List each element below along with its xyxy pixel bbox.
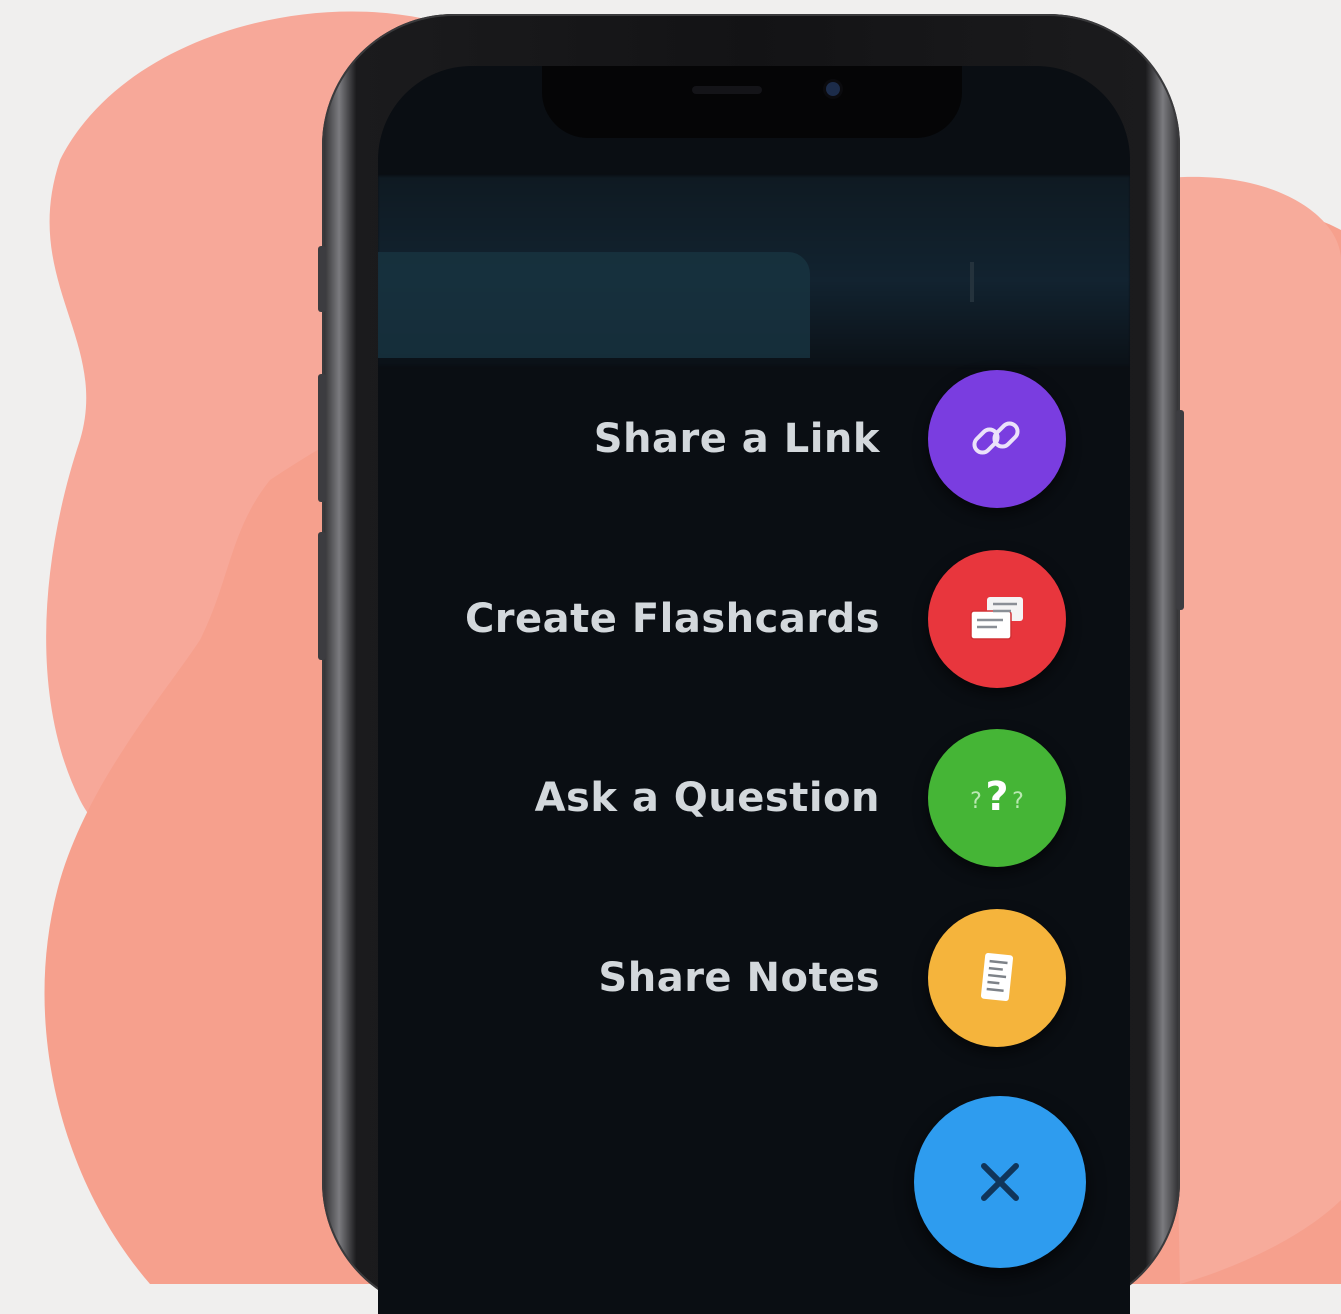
share-notes-button[interactable] [928,909,1066,1047]
close-icon [981,1163,1019,1201]
volume-down-button [318,532,326,660]
ask-question-button[interactable]: ? ? ? [928,729,1066,867]
flashcards-icon [970,597,1023,640]
svg-text:?: ? [985,774,1008,820]
share-link-button[interactable] [928,370,1066,508]
mute-switch [318,246,326,312]
notch [542,66,962,138]
speaker-grille [692,86,762,94]
menu-item-label: Share Notes [598,955,880,1001]
question-icon: ? ? ? [970,774,1024,820]
menu-item-create-flashcards[interactable]: Create Flashcards [465,550,1066,688]
power-button [1176,410,1184,610]
close-menu-button[interactable] [914,1096,1086,1268]
menu-item-share-link[interactable]: Share a Link [594,370,1066,508]
background-divider [970,262,974,302]
menu-item-share-notes[interactable]: Share Notes [598,909,1066,1047]
link-icon [972,421,1020,455]
svg-text:?: ? [970,789,982,814]
svg-text:?: ? [1012,789,1024,814]
menu-item-label: Create Flashcards [464,596,880,642]
front-camera [826,82,840,96]
menu-item-label: Share a Link [593,416,880,462]
menu-item-label: Ask a Question [534,775,880,821]
notes-icon [980,952,1014,1002]
phone-screen: Share a Link Create Flashcards Ask a Que… [378,66,1130,1314]
background-search-bar [378,252,810,358]
create-flashcards-button[interactable] [928,550,1066,688]
phone-frame: Share a Link Create Flashcards Ask a Que… [318,14,1184,1314]
menu-item-ask-question[interactable]: Ask a Question ? ? ? [535,729,1066,867]
volume-up-button [318,374,326,502]
